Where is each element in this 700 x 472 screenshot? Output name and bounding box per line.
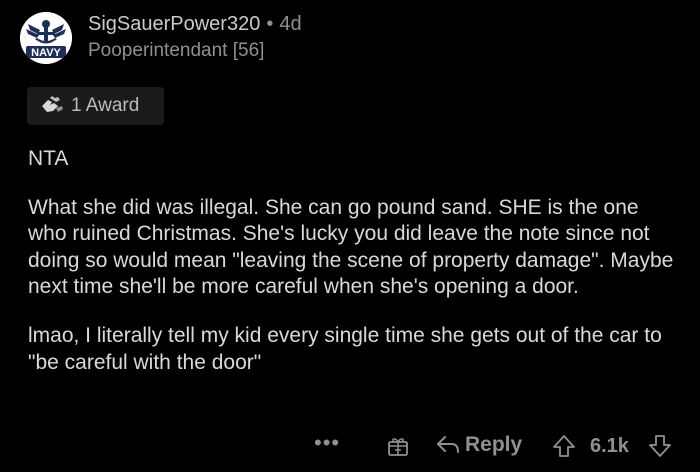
comment-paragraph: lmao, I literally tell my kid every sing… [28, 323, 662, 374]
reply-label: Reply [465, 433, 523, 456]
reply-button[interactable]: Reply [435, 433, 522, 457]
award-label: 1 Award [71, 95, 140, 116]
vote-score: 6.1k [590, 435, 629, 457]
comment-paragraph: What she did was illegal. She can go pou… [28, 195, 674, 299]
comment-age[interactable]: 4d [279, 13, 301, 35]
username[interactable]: SigSauerPower320 [88, 13, 260, 35]
comment-actions: ••• Reply 6.1k [0, 430, 700, 466]
user-flair: Pooperintendant [56] [88, 40, 265, 61]
avatar-text: NAVY [31, 47, 61, 59]
more-options-icon[interactable]: ••• [314, 430, 340, 456]
upvote-arrow-icon[interactable] [552, 434, 576, 458]
navy-logo-icon: NAVY [20, 12, 72, 64]
avatar[interactable]: NAVY [20, 12, 72, 64]
separator: • [266, 13, 274, 35]
gift-award-icon[interactable] [387, 435, 409, 457]
comment-paragraph: NTA [28, 147, 69, 170]
award-hands-icon [42, 96, 63, 112]
downvote-arrow-icon[interactable] [648, 434, 672, 458]
comment-body: NTA What she did was illegal. She can go… [28, 146, 678, 398]
reply-arrow-icon [437, 436, 459, 453]
comment-header: SigSauerPower320 • 4d [88, 13, 302, 36]
award-badge[interactable]: 1 Award [27, 87, 164, 125]
